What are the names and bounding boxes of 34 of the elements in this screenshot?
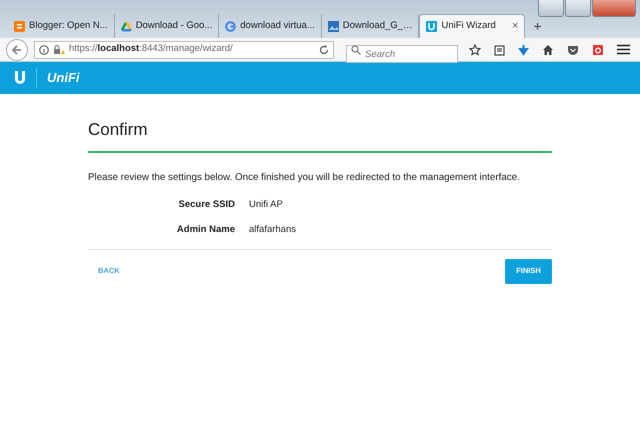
blogger-icon (14, 20, 25, 32)
browser-tab[interactable]: UniFi Wizard × (419, 14, 526, 38)
star-icon[interactable] (469, 44, 481, 56)
info-icon[interactable] (39, 44, 49, 54)
brand-logo: UniFi (36, 68, 80, 88)
download-icon[interactable] (518, 44, 529, 56)
url-text: https://localhost:8443/manage/wizard/ (69, 42, 233, 56)
minimize-icon[interactable] (538, 0, 564, 17)
logo-icon (14, 71, 26, 85)
field-label: Admin Name (176, 223, 235, 238)
home-icon[interactable] (542, 44, 554, 56)
search-icon (351, 44, 361, 54)
tab-close-button[interactable]: × (512, 18, 518, 35)
intro-text: Please review the settings below. Once finished you will be redirected to the management interface. (88, 171, 521, 186)
field-value: alfafarhans (249, 223, 296, 238)
address-bar[interactable]: https://localhost:8443/manage/wizard/ (34, 40, 334, 58)
shield-icon[interactable] (567, 44, 579, 56)
field-label: Secure SSID (178, 198, 235, 212)
search-field[interactable]: Search (346, 45, 458, 63)
warning-lock-icon[interactable] (53, 44, 65, 54)
back-button[interactable] (6, 38, 28, 60)
reload-icon[interactable] (319, 44, 329, 54)
menu-icon[interactable] (617, 44, 630, 55)
field-value: Unifi AP (249, 198, 283, 212)
triangle-icon (120, 20, 132, 32)
new-tab-button[interactable]: + (525, 14, 550, 38)
back-arrow-icon (11, 44, 23, 56)
extension-icon[interactable] (592, 44, 604, 56)
clipboard-icon[interactable] (494, 44, 505, 56)
maximize-icon[interactable] (565, 0, 591, 17)
g-icon (225, 20, 236, 32)
u-logo-icon (426, 21, 438, 32)
image-icon (328, 20, 339, 32)
page-title: Confirm (88, 120, 149, 140)
